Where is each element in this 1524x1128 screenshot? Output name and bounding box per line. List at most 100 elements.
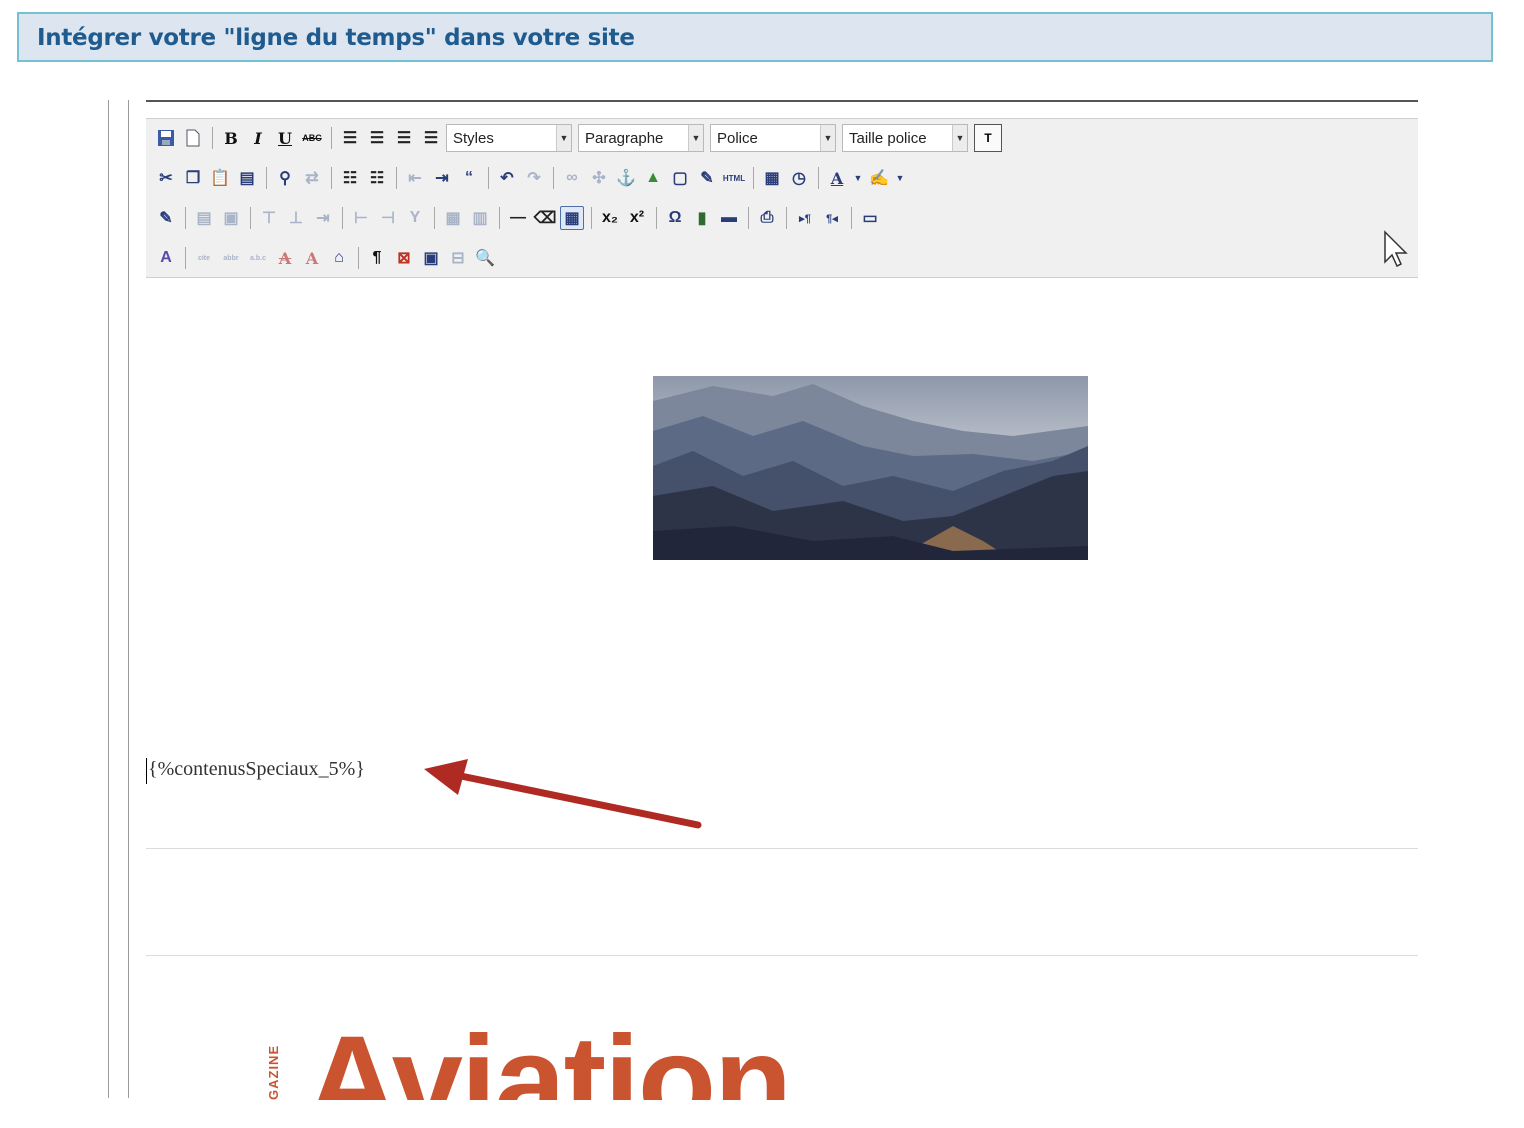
show-invisible-icon[interactable]: ¶ bbox=[365, 246, 389, 270]
format-select[interactable]: Paragraphe ▼ bbox=[578, 124, 704, 152]
insert-time-icon[interactable]: ◷ bbox=[787, 166, 811, 190]
logo-side-text: GAZINE bbox=[266, 1044, 281, 1100]
insert-col-after-icon[interactable]: ⊣ bbox=[376, 206, 400, 230]
bullet-list-icon[interactable]: ☷ bbox=[338, 166, 362, 190]
font-select[interactable]: Police ▼ bbox=[710, 124, 836, 152]
paste-icon[interactable]: 📋 bbox=[208, 166, 232, 190]
unlink-icon[interactable]: ✣ bbox=[587, 166, 611, 190]
ltr-icon[interactable]: ▸¶ bbox=[793, 206, 817, 230]
blockquote-icon[interactable]: “ bbox=[457, 166, 481, 190]
cut-icon[interactable]: ✂ bbox=[154, 166, 178, 190]
styleprops-icon[interactable]: A bbox=[154, 246, 178, 270]
redo-icon[interactable]: ↷ bbox=[522, 166, 546, 190]
align-center-icon[interactable]: ☰ bbox=[365, 126, 389, 150]
italic-icon[interactable]: I bbox=[246, 126, 270, 150]
save-icon[interactable] bbox=[154, 126, 178, 150]
media-icon[interactable]: ▮ bbox=[690, 206, 714, 230]
ins-icon[interactable]: A bbox=[300, 246, 324, 270]
align-right-icon[interactable]: ☰ bbox=[392, 126, 416, 150]
strikethrough-icon[interactable]: ABC bbox=[300, 126, 324, 150]
delete-col-icon[interactable]: Y bbox=[403, 206, 427, 230]
chevron-down-icon[interactable]: ▼ bbox=[952, 125, 967, 151]
underline-icon[interactable]: U bbox=[273, 126, 297, 150]
preview-icon[interactable]: 🔍 bbox=[473, 246, 497, 270]
bold-icon[interactable]: B bbox=[219, 126, 243, 150]
cleanup-icon[interactable]: ✎ bbox=[695, 166, 719, 190]
callout-arrow-icon bbox=[424, 759, 702, 829]
delete-row-icon[interactable]: ⇥ bbox=[311, 206, 335, 230]
subscript-icon[interactable]: x₂ bbox=[598, 206, 622, 230]
numbered-list-icon[interactable]: ☷ bbox=[365, 166, 389, 190]
form-field-icon[interactable]: ▬ bbox=[717, 206, 741, 230]
table-row-props-icon[interactable]: ▤ bbox=[192, 206, 216, 230]
toolbar-separator bbox=[753, 167, 754, 189]
template-icon[interactable]: ▣ bbox=[419, 246, 443, 270]
align-left-icon[interactable]: ☰ bbox=[338, 126, 362, 150]
cite-icon[interactable]: cite bbox=[192, 246, 216, 270]
new-page-icon[interactable] bbox=[181, 126, 205, 150]
toolbar-separator bbox=[656, 207, 657, 229]
chevron-down-icon[interactable]: ▼ bbox=[688, 125, 703, 151]
editor-toolbar: B I U ABC ☰ ☰ ☰ ☰ Styles ▼ Paragraphe ▼ … bbox=[146, 118, 1418, 278]
html-icon[interactable]: HTML bbox=[722, 166, 746, 190]
image-icon[interactable]: ▲ bbox=[641, 166, 665, 190]
abbr-icon[interactable]: abbr bbox=[219, 246, 243, 270]
text-color-icon[interactable]: A bbox=[825, 166, 849, 190]
mountain-image bbox=[653, 376, 1088, 560]
toolbar-separator bbox=[818, 167, 819, 189]
edit-icon[interactable]: ✎ bbox=[154, 206, 178, 230]
pagebreak-icon[interactable]: ⊟ bbox=[446, 246, 470, 270]
toolbar-separator bbox=[748, 207, 749, 229]
horizontal-rule-icon[interactable]: — bbox=[506, 206, 530, 230]
insert-row-after-icon[interactable]: ⊥ bbox=[284, 206, 308, 230]
chevron-down-icon[interactable]: ▼ bbox=[894, 166, 906, 190]
copy-icon[interactable]: ❐ bbox=[181, 166, 205, 190]
section-banner: Intégrer votre "ligne du temps" dans vot… bbox=[17, 12, 1493, 62]
nonbreaking-icon[interactable]: ⊠ bbox=[392, 246, 416, 270]
font-size-select-label: Taille police bbox=[849, 129, 927, 147]
paste-word-icon[interactable]: ▤ bbox=[235, 166, 259, 190]
rich-text-editor[interactable]: B I U ABC ☰ ☰ ☰ ☰ Styles ▼ Paragraphe ▼ … bbox=[146, 100, 1418, 1100]
text-format-button[interactable]: T bbox=[974, 124, 1002, 152]
replace-icon[interactable]: ⇄ bbox=[300, 166, 324, 190]
insert-row-before-icon[interactable]: ⊤ bbox=[257, 206, 281, 230]
special-char-icon[interactable]: Ω bbox=[663, 206, 687, 230]
table-cell-props-icon[interactable]: ▣ bbox=[219, 206, 243, 230]
print-icon[interactable]: ⎙ bbox=[755, 206, 779, 230]
toolbar-row-4: A cite abbr a.b.c A A ⌂ ¶ ⊠ ▣ ⊟ 🔍 bbox=[154, 243, 500, 273]
table-icon[interactable]: ▦ bbox=[560, 206, 584, 230]
page-rule-left bbox=[108, 100, 109, 1098]
split-cells-icon[interactable]: ▦ bbox=[441, 206, 465, 230]
acronym-icon[interactable]: a.b.c bbox=[246, 246, 270, 270]
outdent-icon[interactable]: ⇤ bbox=[403, 166, 427, 190]
toolbar-separator bbox=[553, 167, 554, 189]
superscript-icon[interactable]: x² bbox=[625, 206, 649, 230]
toolbar-separator bbox=[488, 167, 489, 189]
font-size-select[interactable]: Taille police ▼ bbox=[842, 124, 968, 152]
insert-date-icon[interactable]: ▦ bbox=[760, 166, 784, 190]
merge-cells-icon[interactable]: ▥ bbox=[468, 206, 492, 230]
del-icon[interactable]: A bbox=[273, 246, 297, 270]
insert-col-before-icon[interactable]: ⊢ bbox=[349, 206, 373, 230]
anchor-icon[interactable]: ⚓ bbox=[614, 166, 638, 190]
special-content-placeholder[interactable]: {%contenusSpeciaux_5%} bbox=[148, 758, 365, 781]
chevron-down-icon[interactable]: ▼ bbox=[556, 125, 571, 151]
undo-icon[interactable]: ↶ bbox=[495, 166, 519, 190]
indent-icon[interactable]: ⇥ bbox=[430, 166, 454, 190]
toolbar-separator bbox=[331, 167, 332, 189]
toolbar-separator bbox=[212, 127, 213, 149]
fullscreen-icon[interactable]: ▭ bbox=[858, 206, 882, 230]
align-justify-icon[interactable]: ☰ bbox=[419, 126, 443, 150]
rtl-icon[interactable]: ¶◂ bbox=[820, 206, 844, 230]
chevron-down-icon[interactable]: ▼ bbox=[820, 125, 835, 151]
chevron-down-icon[interactable]: ▼ bbox=[852, 166, 864, 190]
find-icon[interactable]: ⚲ bbox=[273, 166, 297, 190]
styles-select[interactable]: Styles ▼ bbox=[446, 124, 572, 152]
toolbar-row-1: B I U ABC ☰ ☰ ☰ ☰ Styles ▼ Paragraphe ▼ … bbox=[154, 123, 1002, 153]
background-color-icon[interactable]: ✍ bbox=[867, 166, 891, 190]
link-icon[interactable]: ∞ bbox=[560, 166, 584, 190]
file-icon[interactable]: ▢ bbox=[668, 166, 692, 190]
toolbar-separator bbox=[434, 207, 435, 229]
remove-format-icon[interactable]: ⌫ bbox=[533, 206, 557, 230]
attributes-icon[interactable]: ⌂ bbox=[327, 246, 351, 270]
